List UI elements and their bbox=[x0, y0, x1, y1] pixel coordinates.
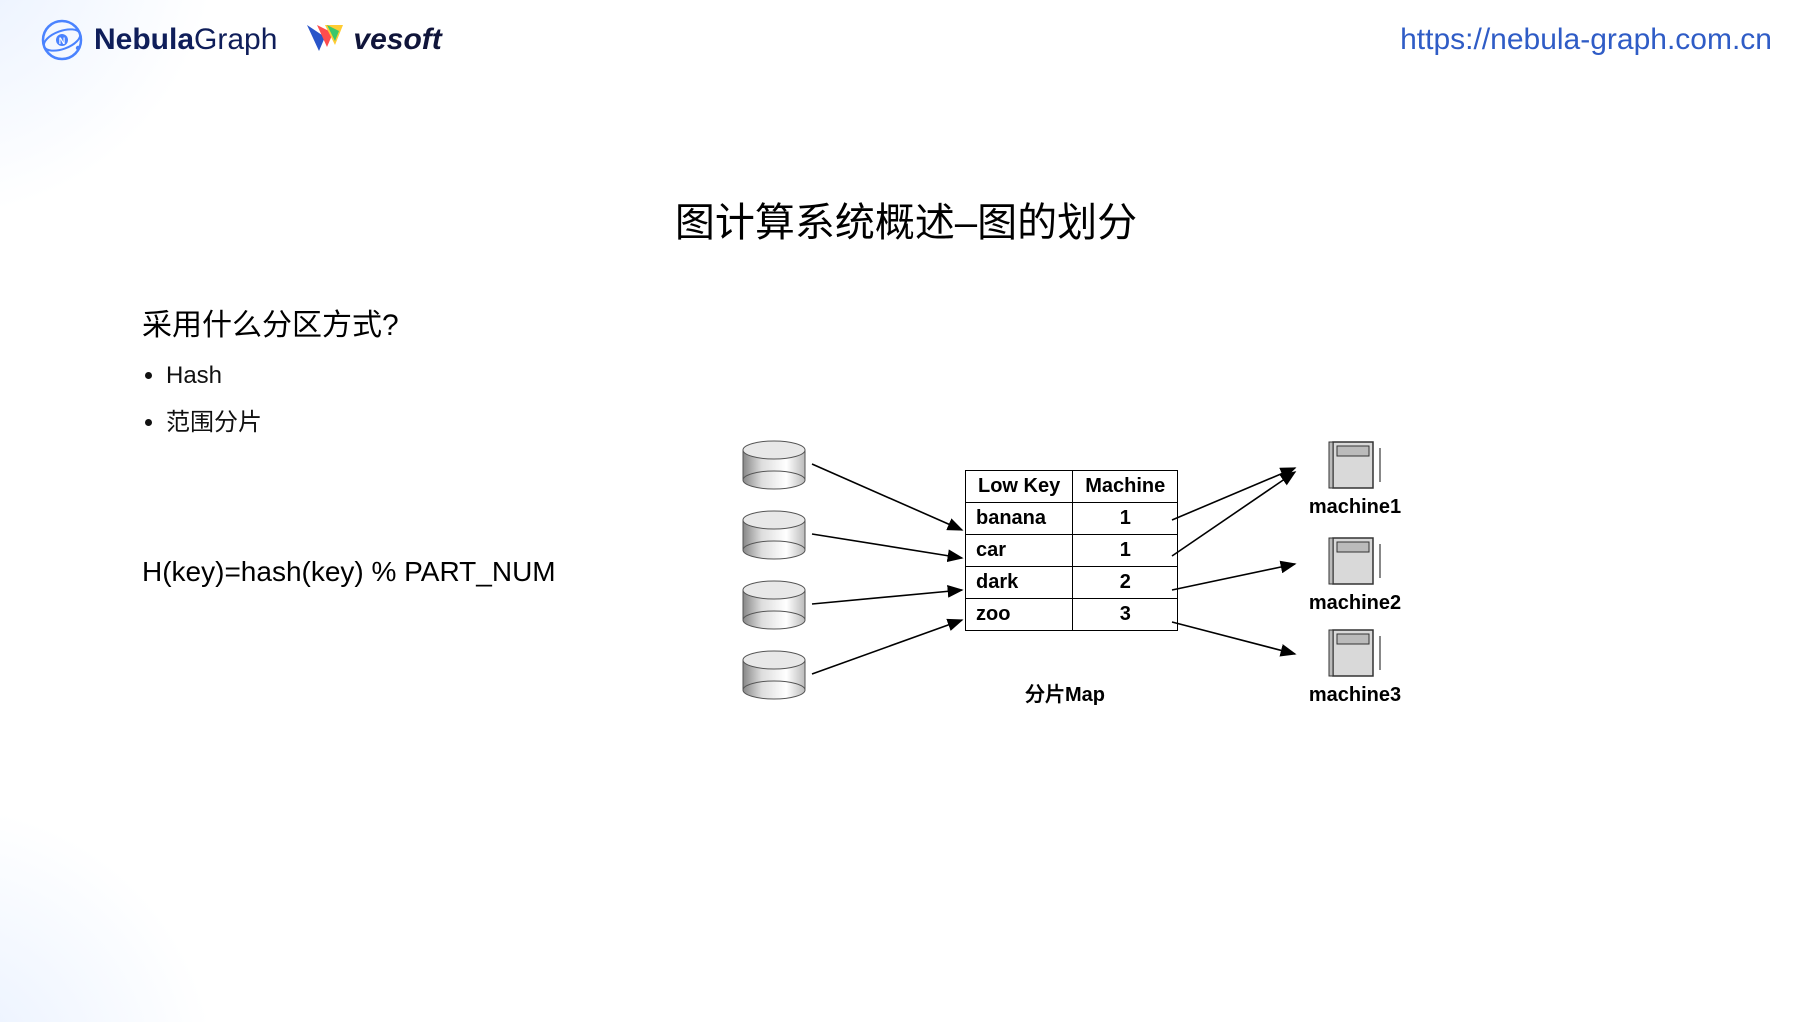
hash-formula: H(key)=hash(key) % PART_NUM bbox=[142, 556, 556, 588]
table-row: banana 1 bbox=[966, 503, 1178, 535]
server-icon bbox=[1327, 438, 1383, 494]
nebulagraph-logo: N NebulaGraph bbox=[40, 18, 277, 62]
question-text: 采用什么分区方式? bbox=[142, 300, 1692, 344]
machine-node: machine1 bbox=[1290, 438, 1420, 519]
server-icon bbox=[1327, 626, 1383, 682]
table-header: Machine bbox=[1073, 471, 1178, 503]
svg-text:N: N bbox=[59, 36, 66, 46]
cylinder-icon bbox=[740, 510, 810, 556]
partition-diagram: Low Key Machine banana 1 car 1 dark 2 zo… bbox=[740, 440, 1460, 760]
cylinder-icon bbox=[740, 580, 810, 626]
slide-header: N NebulaGraph vesoft https://nebula-grap… bbox=[40, 18, 1772, 62]
server-icon bbox=[1327, 534, 1383, 590]
bullet-list: Hash 范围分片 bbox=[166, 362, 1692, 437]
table-row: car 1 bbox=[966, 535, 1178, 567]
machine-node: machine2 bbox=[1290, 534, 1420, 615]
machine-label: machine3 bbox=[1290, 684, 1420, 707]
brand2-text: vesoft bbox=[353, 23, 441, 57]
cylinder-icon bbox=[740, 650, 810, 696]
decoration-corner-bottom-left bbox=[0, 802, 220, 1022]
machine-label: machine1 bbox=[1290, 496, 1420, 519]
table-row: dark 2 bbox=[966, 567, 1178, 599]
table-header: Low Key bbox=[966, 471, 1073, 503]
cylinder-icon bbox=[740, 440, 810, 486]
list-item: Hash bbox=[166, 362, 1692, 390]
page-title: 图计算系统概述–图的划分 bbox=[0, 190, 1812, 248]
brand1b-text: Graph bbox=[194, 23, 277, 56]
site-url: https://nebula-graph.com.cn bbox=[1400, 23, 1772, 57]
machine-node: machine3 bbox=[1290, 626, 1420, 707]
table-row: zoo 3 bbox=[966, 599, 1178, 631]
vesoft-icon bbox=[305, 21, 345, 60]
list-item: 范围分片 bbox=[166, 402, 1692, 437]
brand1-text: Nebula bbox=[94, 23, 194, 56]
partition-map-table: Low Key Machine banana 1 car 1 dark 2 zo… bbox=[965, 470, 1178, 631]
map-caption: 分片Map bbox=[1025, 678, 1105, 707]
machine-label: machine2 bbox=[1290, 592, 1420, 615]
content-block: 采用什么分区方式? Hash 范围分片 bbox=[142, 300, 1692, 449]
table-row: Low Key Machine bbox=[966, 471, 1178, 503]
vesoft-logo: vesoft bbox=[305, 21, 441, 60]
nebulagraph-icon: N bbox=[40, 18, 84, 62]
